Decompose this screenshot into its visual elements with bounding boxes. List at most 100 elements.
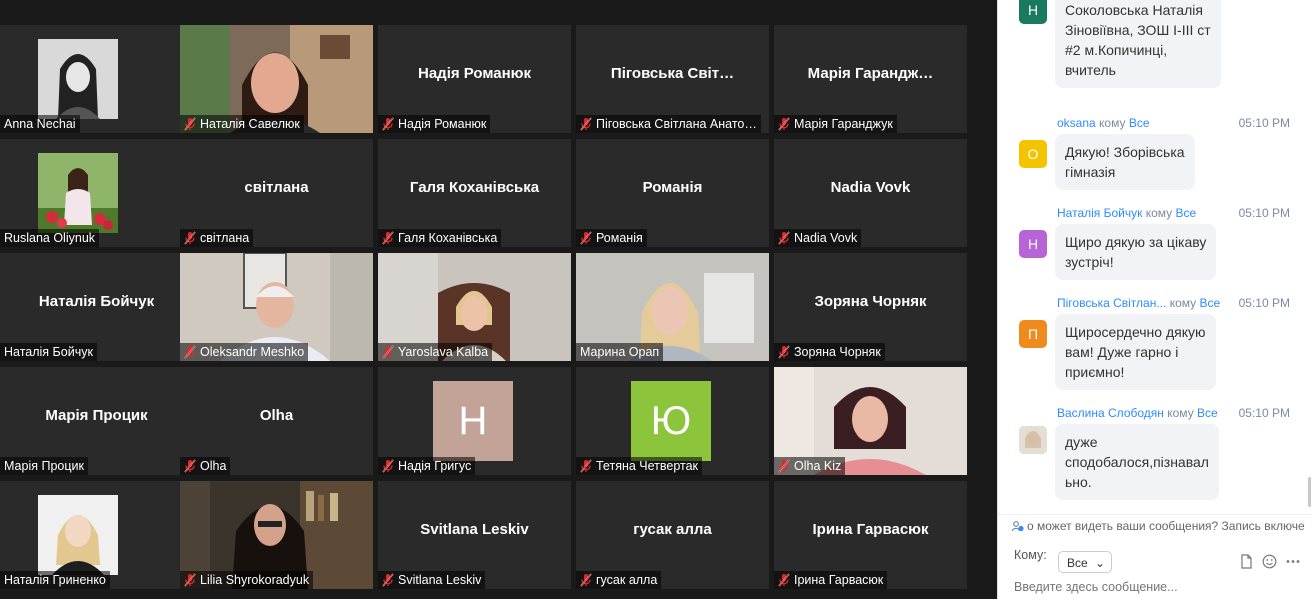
more-icon[interactable] xyxy=(1285,554,1301,569)
participant-name-label: Марія Гаранджук xyxy=(774,115,897,133)
participant-tile[interactable]: Марія Гарандж… Марія Гаранджук xyxy=(774,25,967,133)
participant-tile[interactable]: Lilia Shyrokoradyuk xyxy=(180,481,373,589)
mic-muted-icon xyxy=(778,117,790,131)
file-icon[interactable] xyxy=(1240,554,1253,569)
participant-name: Nadia Vovk xyxy=(794,231,858,245)
participant-name: Марія Гаранджук xyxy=(794,117,893,131)
chat-message-input[interactable] xyxy=(1014,580,1304,594)
participant-name: Olha xyxy=(200,459,227,473)
participant-tile[interactable]: Марія Процик Марія Процик xyxy=(0,367,193,475)
participant-name: Anna Nechai xyxy=(4,117,76,131)
participant-display-name: світлана xyxy=(244,179,309,196)
message-to-prefix: кому xyxy=(1145,206,1173,220)
mic-muted-icon xyxy=(778,231,790,245)
participant-tile[interactable]: Зоряна Чорняк Зоряна Чорняк xyxy=(774,253,967,361)
message-bubble: Дякую! Зборівська гімназія xyxy=(1055,134,1195,190)
participant-tile[interactable]: Ю Тетяна Четвертак xyxy=(576,367,769,475)
participant-tile[interactable]: Olha Kiz xyxy=(774,367,967,475)
recipient-label: Кому: xyxy=(1014,548,1047,562)
participant-name-label: Галя Коханівська xyxy=(378,229,502,247)
sender-avatar: П xyxy=(1019,320,1047,348)
participant-name: Oleksandr Meshko xyxy=(200,345,305,359)
message-text-line: гімназія xyxy=(1065,164,1116,180)
message-text-line: Зіновіївна, ЗОШ I-III ст xyxy=(1065,22,1211,38)
message-text-line: Соколовська Наталія xyxy=(1065,2,1203,18)
message-bubble: Щиросердечно дякую вам! Дуже гарно і приєм… xyxy=(1055,314,1216,390)
participant-name-label: Наталія Гриненко xyxy=(0,571,110,589)
participant-tile[interactable]: Ірина Гарвасюк Ірина Гарвасюк xyxy=(774,481,967,589)
participant-name: Olha Kiz xyxy=(794,459,842,473)
participant-tile[interactable]: Наталія Савелюк xyxy=(180,25,373,133)
participant-name: Надія Романюк xyxy=(398,117,487,131)
participant-tile[interactable]: Наталія Бойчук Наталія Бойчук xyxy=(0,253,193,361)
participant-name: Lilia Shyrokoradyuk xyxy=(200,573,310,587)
participant-tile[interactable]: Anna Nechai xyxy=(0,25,193,133)
emoji-icon[interactable] xyxy=(1262,554,1277,569)
message-bubble: Соколовська Наталія Зіновіївна, ЗОШ I-III… xyxy=(1055,0,1221,88)
participant-name: світлана xyxy=(200,231,250,245)
chat-privacy-notice: о может видеть ваши сообщения? Запись вк… xyxy=(998,514,1312,537)
participant-display-name: Nadia Vovk xyxy=(830,179,911,196)
message-to-prefix: кому xyxy=(1169,296,1197,310)
participant-name-label: Oleksandr Meshko xyxy=(180,343,309,361)
message-recipient: Все xyxy=(1128,116,1150,130)
chevron-down-icon: ⌄ xyxy=(1094,556,1105,570)
mic-muted-icon xyxy=(184,345,196,359)
participant-display-name: Марія Процик xyxy=(45,407,148,424)
participant-tile[interactable]: Ruslana Oliynuk xyxy=(0,139,193,247)
participant-tile[interactable]: Надія Романюк Надія Романюк xyxy=(378,25,571,133)
mic-muted-icon xyxy=(778,573,790,587)
message-header: Наталія Бойчук кому Все xyxy=(1057,206,1196,220)
participant-tile[interactable]: Наталія Гриненко xyxy=(0,481,193,589)
message-text-line: Щиросердечно дякую xyxy=(1065,324,1206,340)
sender-avatar: Н xyxy=(1019,230,1047,258)
message-to-prefix: кому xyxy=(1167,406,1194,420)
participant-name-label: Зоряна Чорняк xyxy=(774,343,885,361)
participant-tile[interactable]: світлана світлана xyxy=(180,139,373,247)
message-time: 05:10 PM xyxy=(1238,296,1290,310)
participant-tile[interactable]: Романія Романія xyxy=(576,139,769,247)
participant-name: Наталія Гриненко xyxy=(4,573,106,587)
participant-name-label: Надія Григус xyxy=(378,457,476,475)
message-header: oksana кому Все xyxy=(1057,116,1150,130)
participant-tile[interactable]: Oleksandr Meshko xyxy=(180,253,373,361)
message-bubble: Щиро дякую за цікаву зустріч! xyxy=(1055,224,1217,280)
participant-name-label: Марія Процик xyxy=(0,457,88,475)
participant-tile[interactable]: Марина Орап xyxy=(576,253,769,361)
message-text-line: сподобалося,пізнавал xyxy=(1065,454,1209,470)
message-header: Васлина Слободян кому Все xyxy=(1057,406,1218,420)
participant-tile[interactable]: гусак алла гусак алла xyxy=(576,481,769,589)
profile-photo xyxy=(38,153,118,233)
participant-name-label: Наталія Савелюк xyxy=(180,115,304,133)
sender-avatar: Н xyxy=(1019,0,1047,24)
message-sender: Наталія Бойчук xyxy=(1057,206,1143,220)
participant-tile[interactable]: Н Надія Григус xyxy=(378,367,571,475)
mic-muted-icon xyxy=(580,459,592,473)
message-text-line: зустріч! xyxy=(1065,254,1114,270)
participant-name-label: Anna Nechai xyxy=(0,115,80,133)
message-recipient: Все xyxy=(1197,406,1218,420)
participant-tile[interactable]: Olha Olha xyxy=(180,367,373,475)
message-sender: oksana xyxy=(1057,116,1096,130)
participant-avatar: Ю xyxy=(631,381,711,461)
mic-muted-icon xyxy=(382,117,394,131)
recipient-select[interactable]: Все ⌄ xyxy=(1058,551,1112,573)
message-text-line: ьно. xyxy=(1065,474,1092,490)
participant-display-name: Надія Романюк xyxy=(418,65,531,82)
participant-tile[interactable]: Svitlana Leskiv Svitlana Leskiv xyxy=(378,481,571,589)
video-gallery: Anna Nechai Наталія Савелюк Надія Романюк Н… xyxy=(0,0,997,599)
participant-tile[interactable]: Піговська Світ… Піговська Світлана Анато… xyxy=(576,25,769,133)
participant-tile[interactable]: Nadia Vovk Nadia Vovk xyxy=(774,139,967,247)
scrollbar-thumb[interactable] xyxy=(1308,477,1311,507)
participant-tile[interactable]: Yaroslava Kalba xyxy=(378,253,571,361)
participant-name: гусак алла xyxy=(596,573,658,587)
participant-name-label: Тетяна Четвертак xyxy=(576,457,703,475)
message-sender: Васлина Слободян xyxy=(1057,406,1164,420)
participant-name-label: світлана xyxy=(180,229,254,247)
message-bubble: дуже сподобалося,пізнавал ьно. xyxy=(1055,424,1219,500)
participant-tile[interactable]: Галя Коханівська Галя Коханівська xyxy=(378,139,571,247)
message-text-line: вчитель xyxy=(1065,62,1116,78)
chat-scrollbar[interactable] xyxy=(1307,0,1312,510)
participant-name-label: Наталія Бойчук xyxy=(0,343,97,361)
chat-panel: Н Соколовська Наталія Зіновіївна, ЗОШ I-II… xyxy=(997,0,1312,599)
